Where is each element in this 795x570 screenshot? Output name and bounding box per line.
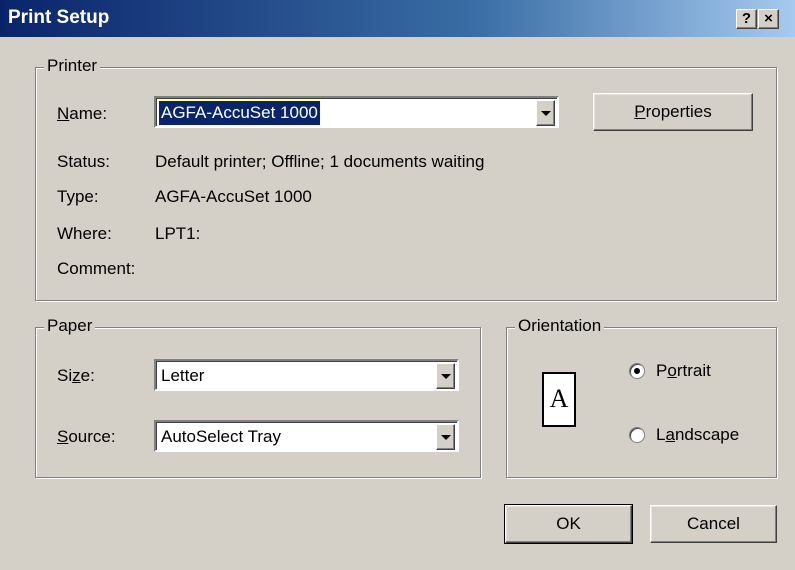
cancel-button[interactable]: Cancel <box>650 505 777 543</box>
landscape-radio[interactable] <box>629 427 645 443</box>
window-title: Print Setup <box>8 7 110 28</box>
portrait-radio[interactable] <box>629 363 645 379</box>
paper-source-value: AutoSelect Tray <box>161 427 282 446</box>
printer-name-value: AGFA-AccuSet 1000 <box>158 100 321 126</box>
chevron-down-icon[interactable] <box>436 363 455 389</box>
orientation-group-label: Orientation <box>515 317 605 335</box>
page-orientation-icon: A <box>542 372 576 427</box>
comment-label: Comment: <box>57 259 136 278</box>
portrait-label[interactable]: Portrait <box>656 361 711 381</box>
where-label: Where: <box>57 224 112 243</box>
title-bar: Print Setup ? × <box>0 0 795 37</box>
paper-size-combobox[interactable]: Letter <box>154 359 459 391</box>
paper-size-value: Letter <box>161 366 205 385</box>
type-value: AGFA-AccuSet 1000 <box>155 187 312 206</box>
printer-name-combobox[interactable]: AGFA-AccuSet 1000 <box>154 96 559 128</box>
ok-button[interactable]: OK <box>504 504 633 544</box>
status-value: Default printer; Offline; 1 documents wa… <box>155 152 485 171</box>
type-label: Type: <box>57 187 99 206</box>
name-label: Name: <box>57 104 108 123</box>
properties-button[interactable]: Properties <box>593 93 753 131</box>
help-button[interactable]: ? <box>736 9 757 29</box>
printer-group-label: Printer <box>44 57 101 75</box>
landscape-label[interactable]: Landscape <box>656 425 739 445</box>
paper-group-label: Paper <box>44 317 96 335</box>
status-label: Status: <box>57 152 110 171</box>
source-label: Source: <box>57 427 116 446</box>
size-label: Size: <box>57 366 95 385</box>
chevron-down-icon[interactable] <box>436 424 455 450</box>
paper-source-combobox[interactable]: AutoSelect Tray <box>154 420 459 452</box>
chevron-down-icon[interactable] <box>536 100 555 126</box>
paper-group <box>35 327 481 478</box>
where-value: LPT1: <box>155 224 201 243</box>
close-icon[interactable]: × <box>758 9 779 29</box>
